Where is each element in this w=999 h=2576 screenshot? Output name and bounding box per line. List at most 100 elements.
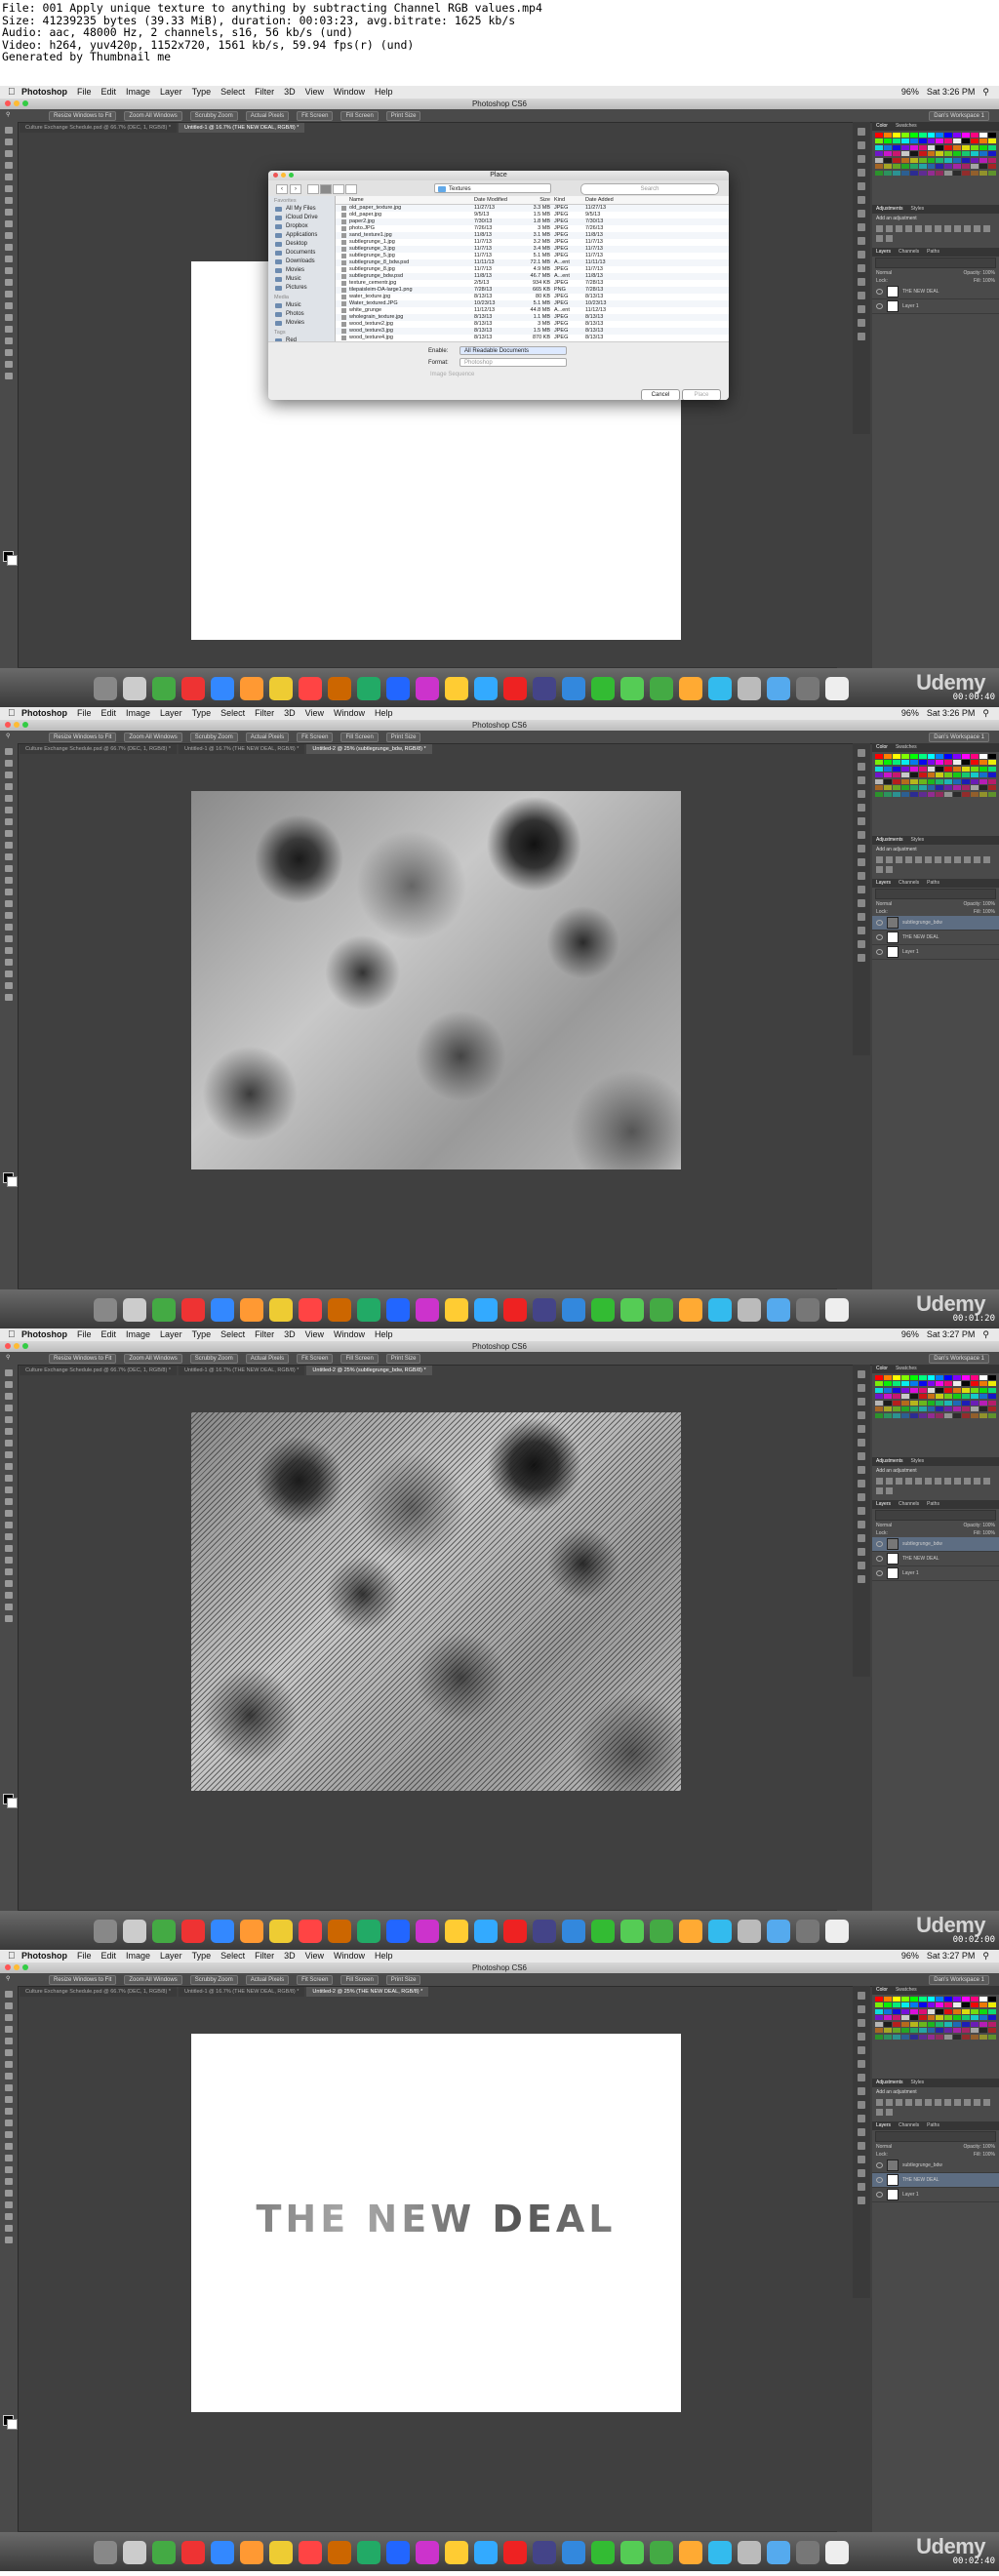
- color-swatch[interactable]: [953, 1400, 962, 1406]
- dock-app-icon[interactable]: [269, 1298, 293, 1322]
- tool-icon[interactable]: [5, 1498, 13, 1505]
- color-swatch[interactable]: [892, 2021, 900, 2027]
- eye-icon[interactable]: [876, 2162, 883, 2168]
- color-swatch[interactable]: [892, 778, 900, 784]
- file-row[interactable]: subtlegrunge_1.jpg 11/7/13 3.2 MB JPEG 1…: [336, 239, 729, 246]
- color-swatch[interactable]: [936, 2034, 944, 2040]
- tool-icon[interactable]: [5, 1451, 13, 1458]
- color-swatch[interactable]: [875, 1394, 883, 1400]
- color-swatch[interactable]: [927, 133, 936, 138]
- color-swatch[interactable]: [900, 2008, 909, 2014]
- dock-app-icon[interactable]: [562, 2541, 585, 2564]
- color-swatch[interactable]: [900, 754, 909, 759]
- option-button[interactable]: Fit Screen: [297, 1354, 334, 1364]
- color-swatch[interactable]: [962, 778, 971, 784]
- sidebar-item[interactable]: Dropbox: [268, 222, 335, 231]
- color-swatch[interactable]: [988, 760, 996, 766]
- dock-app-icon[interactable]: [94, 677, 117, 700]
- color-swatch[interactable]: [900, 766, 909, 772]
- panel-toggle-icon[interactable]: [858, 1507, 865, 1515]
- dock-app-icon[interactable]: [416, 1920, 439, 1943]
- panel-toggle-icon[interactable]: [858, 858, 865, 866]
- option-button[interactable]: Zoom All Windows: [124, 111, 182, 121]
- color-swatch[interactable]: [927, 2034, 936, 2040]
- panel-toggle-icon[interactable]: [858, 2046, 865, 2054]
- color-swatch[interactable]: [936, 1412, 944, 1418]
- color-swatch[interactable]: [918, 773, 927, 778]
- file-row[interactable]: subtlegrunge_8_bdw.psd 11/11/13 72.1 MB …: [336, 259, 729, 266]
- file-row[interactable]: subtlegrunge_3.jpg 11/7/13 3.4 MB JPEG 1…: [336, 246, 729, 253]
- tool-icon[interactable]: [5, 1486, 13, 1493]
- tool-icon[interactable]: [5, 1510, 13, 1517]
- dock-app-icon[interactable]: [211, 1298, 234, 1322]
- color-swatch[interactable]: [944, 1997, 953, 2001]
- tool-icon[interactable]: [5, 2002, 13, 2009]
- opacity-field[interactable]: Opacity: 100%: [963, 2144, 995, 2150]
- tab-channels[interactable]: Channels: [899, 2121, 919, 2130]
- color-swatch[interactable]: [927, 1400, 936, 1406]
- tool-icon[interactable]: [5, 877, 13, 884]
- color-swatch[interactable]: [953, 151, 962, 157]
- dock-app-icon[interactable]: [591, 2541, 615, 2564]
- color-swatch[interactable]: [909, 778, 918, 784]
- panel-toggle-icon[interactable]: [858, 2005, 865, 2013]
- color-swatch[interactable]: [971, 133, 979, 138]
- menu-item[interactable]: View: [305, 1950, 324, 1962]
- document-tab[interactable]: Untitled-2 @ 25% (subtlegrunge_bdw, RGB/…: [306, 1366, 432, 1375]
- color-swatch[interactable]: [988, 1381, 996, 1387]
- color-swatch[interactable]: [936, 2021, 944, 2027]
- dock-app-icon[interactable]: [416, 1298, 439, 1322]
- panel-toggle-icon[interactable]: [858, 1452, 865, 1460]
- panel-toggle-icon[interactable]: [858, 1575, 865, 1583]
- dock-app-icon[interactable]: [416, 677, 439, 700]
- color-swatch[interactable]: [936, 144, 944, 150]
- eye-icon[interactable]: [876, 2177, 883, 2183]
- tool-icon[interactable]: [5, 760, 13, 767]
- color-swatch[interactable]: [944, 2034, 953, 2040]
- color-swatch[interactable]: [979, 1394, 988, 1400]
- dock-app-icon[interactable]: [650, 677, 673, 700]
- option-button[interactable]: Fill Screen: [340, 733, 379, 742]
- sidebar-item[interactable]: Music: [268, 301, 335, 310]
- tool-icon[interactable]: [5, 244, 13, 251]
- color-swatch[interactable]: [909, 2021, 918, 2027]
- dock-app-icon[interactable]: [357, 1920, 380, 1943]
- dock-app-icon[interactable]: [123, 1298, 146, 1322]
- color-swatch[interactable]: [979, 139, 988, 144]
- color-swatch[interactable]: [927, 2008, 936, 2014]
- menu-item[interactable]: Layer: [160, 1328, 182, 1341]
- color-swatch[interactable]: [944, 785, 953, 791]
- image-sequence-checkbox[interactable]: Image Sequence: [430, 372, 474, 377]
- color-swatch[interactable]: [927, 2002, 936, 2008]
- dock-app-icon[interactable]: [269, 2541, 293, 2564]
- dock-app-icon[interactable]: [679, 2541, 702, 2564]
- option-button[interactable]: Zoom All Windows: [124, 733, 182, 742]
- color-swatch[interactable]: [918, 2008, 927, 2014]
- adjustment-icon[interactable]: [935, 2099, 941, 2106]
- eye-icon[interactable]: [876, 934, 883, 940]
- color-swatch[interactable]: [962, 1997, 971, 2001]
- color-swatch[interactable]: [892, 1407, 900, 1412]
- tool-icon[interactable]: [5, 959, 13, 966]
- color-swatch[interactable]: [918, 2002, 927, 2008]
- dock-app-icon[interactable]: [767, 2541, 790, 2564]
- color-swatch[interactable]: [988, 778, 996, 784]
- adjustment-icon[interactable]: [886, 1478, 893, 1485]
- color-swatch[interactable]: [979, 2034, 988, 2040]
- adjustment-icon[interactable]: [925, 2099, 932, 2106]
- adjustment-icon[interactable]: [935, 225, 941, 232]
- blend-mode-select[interactable]: Normal: [876, 270, 892, 276]
- layer-row[interactable]: THE NEW DEAL: [872, 2173, 999, 2188]
- color-swatch[interactable]: [953, 157, 962, 163]
- menu-item[interactable]: Select: [220, 86, 245, 99]
- dock-app-icon[interactable]: [94, 1298, 117, 1322]
- layer-row[interactable]: subtlegrunge_bdw: [872, 1537, 999, 1552]
- color-swatch[interactable]: [900, 2002, 909, 2008]
- panel-toggle-icon[interactable]: [858, 927, 865, 934]
- color-swatch[interactable]: [988, 1387, 996, 1393]
- color-swatch[interactable]: [944, 1387, 953, 1393]
- color-swatch[interactable]: [883, 1412, 892, 1418]
- adjustment-icon[interactable]: [974, 2099, 980, 2106]
- tool-icon[interactable]: [5, 279, 13, 286]
- color-swatch[interactable]: [944, 1412, 953, 1418]
